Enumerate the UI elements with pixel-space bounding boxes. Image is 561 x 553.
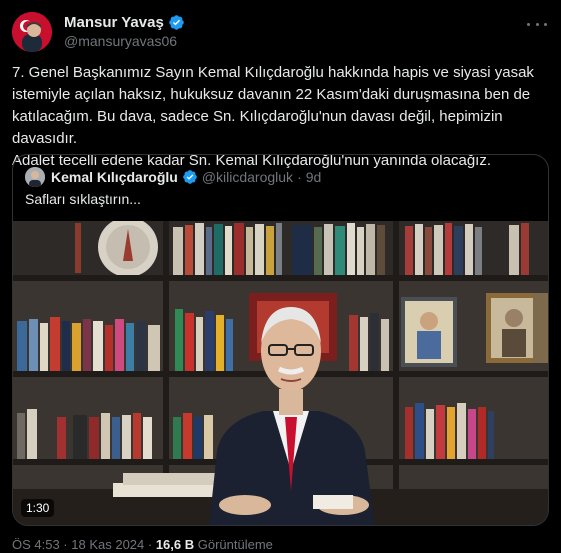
verified-badge-icon xyxy=(182,170,197,184)
quoted-tweet-time: 9d xyxy=(305,169,322,185)
tweet-meta: ÖS 4:53 · 18 Kas 2024 · 16,6 B Görüntüle… xyxy=(12,537,273,552)
video-player[interactable]: 1:30 xyxy=(13,221,548,525)
separator-dot: · xyxy=(297,169,302,185)
quoted-author-name: Kemal Kılıçdaroğlu xyxy=(51,169,178,185)
more-options-icon[interactable] xyxy=(527,16,547,32)
video-thumbnail xyxy=(13,221,548,525)
author-handle[interactable]: @mansuryavas06 xyxy=(64,33,177,49)
views-label: Görüntüleme xyxy=(194,537,273,552)
author-name[interactable]: Mansur Yavaş xyxy=(64,14,164,31)
quoted-tweet-header: Kemal Kılıçdaroğlu @kilicdarogluk · 9d xyxy=(25,167,321,187)
quoted-author-avatar xyxy=(25,167,45,187)
author-avatar[interactable] xyxy=(12,12,52,52)
tweet-timestamp[interactable]: ÖS 4:53 · 18 Kas 2024 · xyxy=(12,537,156,552)
verified-badge-icon[interactable] xyxy=(168,14,185,31)
quoted-tweet[interactable]: Kemal Kılıçdaroğlu @kilicdarogluk · 9d S… xyxy=(12,154,549,526)
quoted-tweet-text: Safları sıklaştırın... xyxy=(25,191,141,207)
views-count: 16,6 B xyxy=(155,537,195,552)
tweet-text-line: istemiyle açılan haksız, hukuksuz davanı… xyxy=(12,86,531,103)
tweet-header: Mansur Yavaş @mansuryavas06 xyxy=(12,12,549,52)
video-duration: 1:30 xyxy=(21,499,55,517)
tweet-text-line: 7. Genel Başkanımız Sayın Kemal Kılıçdar… xyxy=(12,64,534,81)
tweet-text-line: katılacağım. Bu dava, sadece Sn. Kılıçda… xyxy=(12,108,503,147)
quoted-author-handle: @kilicdarogluk xyxy=(201,169,294,185)
